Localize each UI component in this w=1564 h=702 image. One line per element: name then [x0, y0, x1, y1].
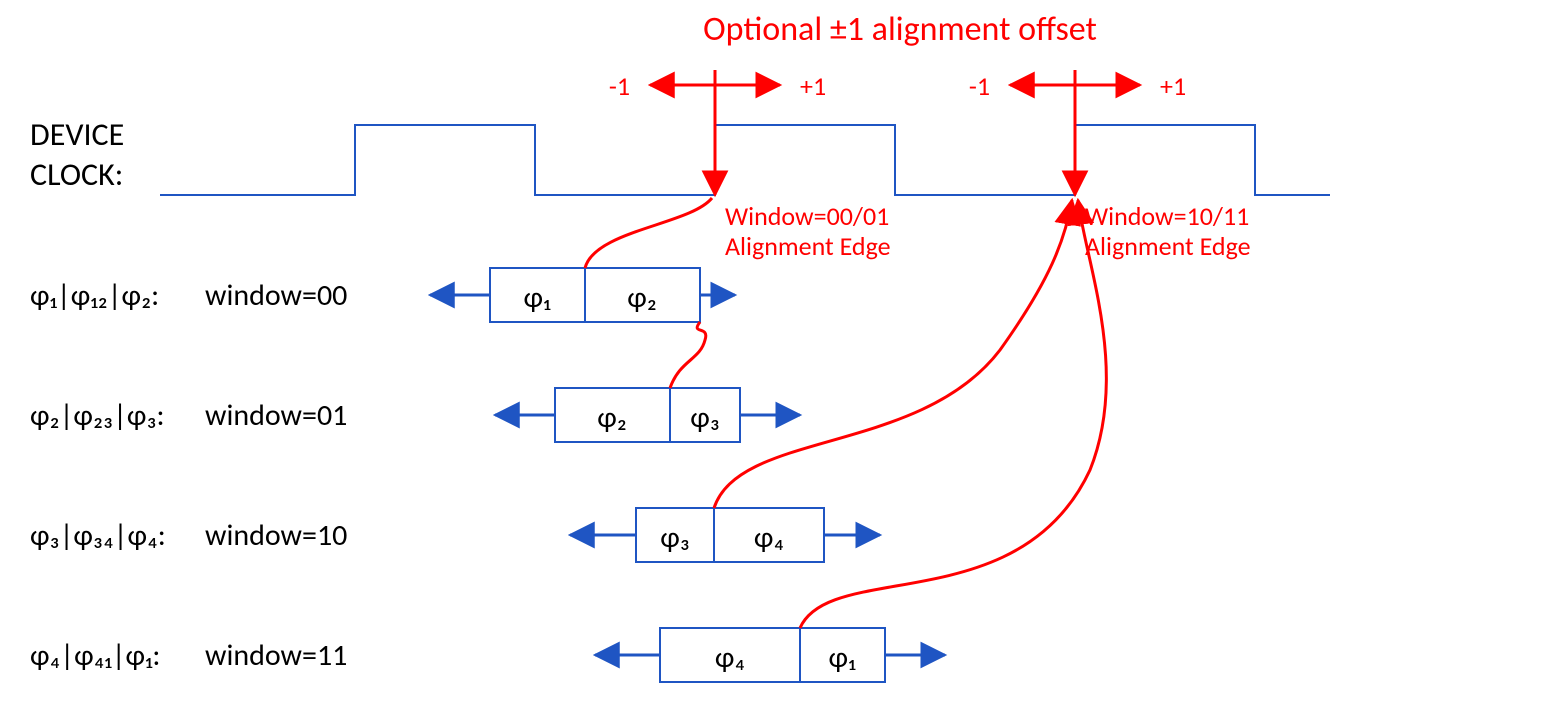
clock-waveform [160, 125, 1330, 195]
clock-label-1: DEVICE [30, 115, 124, 154]
row2-win: window=10 [205, 517, 347, 554]
row0-win: window=00 [205, 277, 347, 314]
offset-right-plus: +1 [1160, 70, 1186, 102]
row-win01: φ₂|φ₂₃|φ₃: window=01 φ₂ φ₃ [30, 388, 800, 442]
offset-group-left: -1 +1 [609, 70, 826, 102]
row-win00: φ₁|φ₁₂|φ₂: window=00 φ₁ φ₂ [30, 268, 735, 322]
row2-phis: φ₃|φ₃₄|φ₄: [30, 517, 166, 554]
row3-win: window=11 [205, 637, 347, 674]
offset-right-minus: -1 [969, 70, 990, 102]
row0-phi-right: φ₂ [627, 279, 657, 316]
edge-label-right-1: Window=10/11 [1085, 200, 1249, 232]
row3-phi-right: φ₁ [829, 639, 857, 676]
row3-phi-left: φ₄ [715, 639, 745, 676]
row3-phis: φ₄|φ₄₁|φ₁: [30, 637, 160, 674]
offset-group-right: -1 +1 [969, 70, 1186, 102]
row2-phi-right: φ₄ [754, 519, 784, 556]
row1-phi-right: φ₃ [690, 399, 720, 436]
row0-link-curve [585, 198, 712, 268]
row1-link-curve [670, 322, 706, 388]
row3-link-curve [800, 200, 1106, 628]
edge-label-right-2: Alignment Edge [1085, 230, 1251, 262]
row0-phi-left: φ₁ [524, 279, 552, 316]
row1-phis: φ₂|φ₂₃|φ₃: [30, 397, 165, 434]
offset-left-minus: -1 [609, 70, 630, 102]
edge-label-left-2: Alignment Edge [725, 230, 891, 262]
offset-left-plus: +1 [800, 70, 826, 102]
row2-phi-left: φ₃ [660, 519, 690, 556]
title-text: Optional ±1 alignment offset [703, 9, 1097, 50]
row-win11: φ₄|φ₄₁|φ₁: window=11 φ₄ φ₁ [30, 628, 945, 682]
row0-phis: φ₁|φ₁₂|φ₂: [30, 277, 159, 314]
row-win10: φ₃|φ₃₄|φ₄: window=10 φ₃ φ₄ [30, 508, 880, 562]
timing-diagram: Optional ±1 alignment offset -1 +1 -1 +1… [0, 0, 1564, 702]
edge-label-left-1: Window=00/01 [725, 200, 889, 232]
clock-label-2: CLOCK: [30, 155, 123, 194]
row1-win: window=01 [205, 397, 347, 434]
row1-phi-left: φ₂ [597, 399, 627, 436]
